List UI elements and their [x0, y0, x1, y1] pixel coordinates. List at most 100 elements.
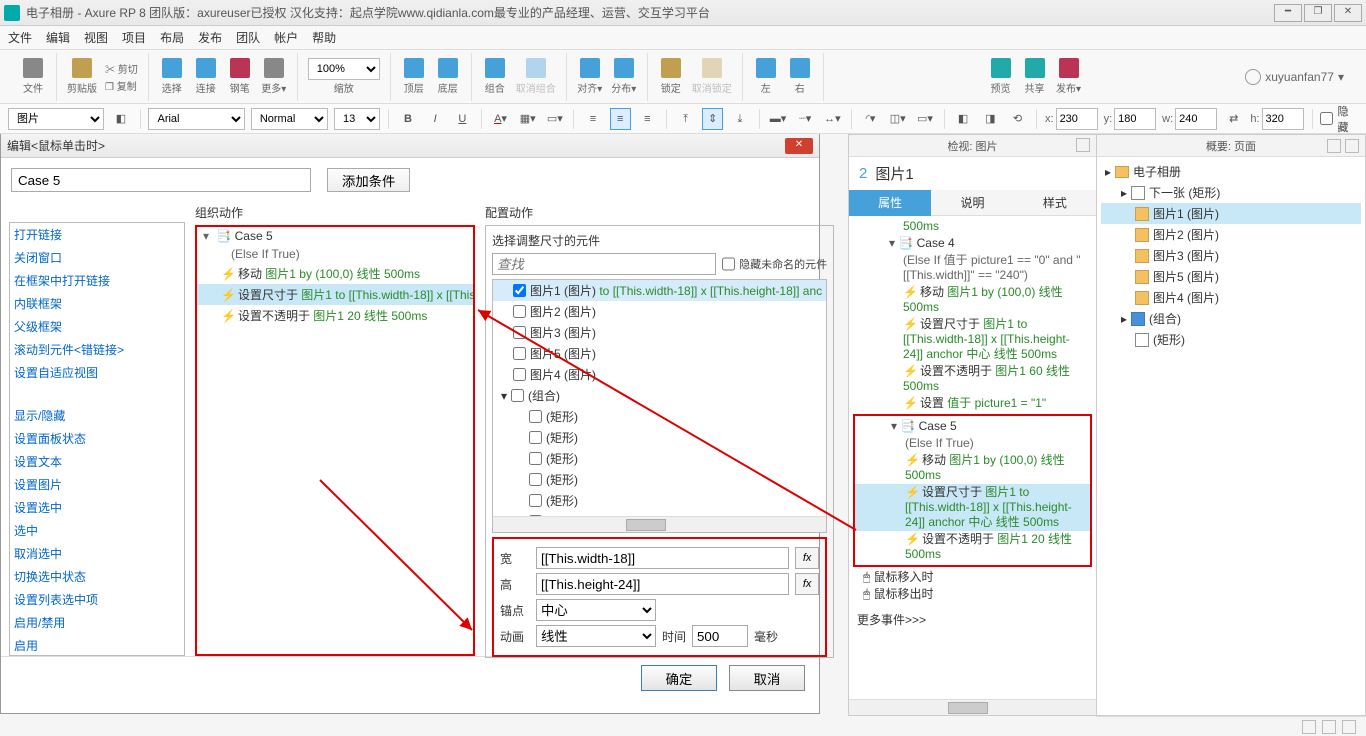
- widget-search-input[interactable]: [492, 253, 716, 275]
- outline-item[interactable]: ▸(组合): [1101, 308, 1361, 329]
- border-color-button[interactable]: ▭▾: [544, 108, 565, 130]
- copy-tool[interactable]: ❐ 复制: [105, 78, 138, 93]
- align-left-button[interactable]: ≡: [582, 108, 603, 130]
- align-right-button[interactable]: ≡: [637, 108, 658, 130]
- statusbar-icon-2[interactable]: [1322, 720, 1336, 734]
- shadow-button[interactable]: ◫▾: [887, 108, 908, 130]
- lock-tool[interactable]: 锁定: [658, 58, 684, 95]
- outline-item[interactable]: ▸下一张 (矩形): [1101, 182, 1361, 203]
- rotate-button[interactable]: ⟲: [1007, 108, 1028, 130]
- action-link[interactable]: 选中: [10, 519, 184, 542]
- tab-notes[interactable]: 说明: [931, 190, 1013, 216]
- height-fx-button[interactable]: fx: [795, 573, 819, 595]
- bold-button[interactable]: B: [397, 108, 418, 130]
- action-link[interactable]: 取消选中: [10, 542, 184, 565]
- connect-tool[interactable]: 连接: [193, 58, 219, 95]
- widget-item[interactable]: (矩形): [493, 406, 826, 427]
- publish-tool[interactable]: 发布▾: [1056, 58, 1082, 95]
- shape-select[interactable]: 图片: [8, 108, 104, 130]
- action-link[interactable]: 在框架中打开链接: [10, 269, 184, 292]
- tab-properties[interactable]: 属性: [849, 190, 931, 216]
- outline-item[interactable]: 图片2 (图片): [1101, 224, 1361, 245]
- lock-ratio-icon[interactable]: ⇄: [1223, 108, 1244, 130]
- action-link[interactable]: 打开链接: [10, 223, 184, 246]
- left-tool[interactable]: 左: [753, 58, 779, 95]
- action-link[interactable]: 设置面板状态: [10, 427, 184, 450]
- widget-item[interactable]: 图片3 (图片): [493, 322, 826, 343]
- action-link[interactable]: 父级框架: [10, 315, 184, 338]
- file-tool[interactable]: 文件: [20, 58, 46, 95]
- widget-item[interactable]: 图片1 (图片) to [[This.width-18]] x [[This.h…: [493, 280, 826, 301]
- widget-item[interactable]: (矩形): [493, 490, 826, 511]
- widget-item[interactable]: 图片5 (图片): [493, 343, 826, 364]
- case-name-input[interactable]: [11, 168, 311, 192]
- action-link[interactable]: 内联框架: [10, 292, 184, 315]
- outline-tree[interactable]: ▸电子相册 ▸下一张 (矩形)图片1 (图片)图片2 (图片)图片3 (图片)图…: [1097, 157, 1365, 354]
- add-condition-button[interactable]: 添加条件: [327, 168, 410, 192]
- x-input[interactable]: [1056, 108, 1098, 130]
- more-events-link[interactable]: 更多事件>>>: [853, 609, 1092, 630]
- maximize-button[interactable]: ❐: [1304, 4, 1332, 22]
- group-tool[interactable]: 组合: [482, 58, 508, 95]
- valign-bottom-button[interactable]: ⤓: [729, 108, 750, 130]
- inspect-body[interactable]: 500ms ▾ 📑 Case 4 (Else If 值于 picture1 ==…: [849, 216, 1096, 699]
- menu-team[interactable]: 团队: [236, 29, 260, 46]
- sort-icon[interactable]: [1345, 139, 1359, 153]
- underline-button[interactable]: U: [452, 108, 473, 130]
- y-input[interactable]: [1114, 108, 1156, 130]
- zoom-select[interactable]: 100% 缩放: [308, 58, 380, 95]
- close-button[interactable]: ✕: [1334, 4, 1362, 22]
- w-input[interactable]: [1175, 108, 1217, 130]
- statusbar-icon-3[interactable]: [1342, 720, 1356, 734]
- widget-item[interactable]: 图片4 (图片): [493, 364, 826, 385]
- more-tool[interactable]: 更多▾: [261, 58, 287, 95]
- cut-tool[interactable]: ✂ 剪切: [105, 61, 138, 76]
- ungroup-tool[interactable]: 取消组合: [516, 58, 556, 95]
- valign-middle-button[interactable]: ⇕: [702, 108, 723, 130]
- widget-group[interactable]: ▾ (组合): [493, 385, 826, 406]
- action-link[interactable]: 启用: [10, 634, 184, 656]
- outline-item[interactable]: 图片1 (图片): [1101, 203, 1361, 224]
- widget-item[interactable]: (矩形): [493, 427, 826, 448]
- menu-edit[interactable]: 编辑: [46, 29, 70, 46]
- action-link[interactable]: [10, 384, 184, 404]
- pen-tool[interactable]: 钢笔: [227, 58, 253, 95]
- back-tool[interactable]: 底层: [435, 58, 461, 95]
- menu-view[interactable]: 视图: [84, 29, 108, 46]
- height-input[interactable]: [536, 573, 789, 595]
- action-link[interactable]: 滚动到元件<错链接>: [10, 338, 184, 361]
- paste-tool[interactable]: 剪贴版: [67, 58, 97, 95]
- width-fx-button[interactable]: fx: [795, 547, 819, 569]
- widget-item[interactable]: 图片2 (图片): [493, 301, 826, 322]
- minimize-button[interactable]: ━: [1274, 4, 1302, 22]
- hide-unnamed-checkbox[interactable]: 隐藏未命名的元件: [722, 253, 827, 275]
- time-input[interactable]: [692, 625, 748, 647]
- menu-help[interactable]: 帮助: [312, 29, 336, 46]
- menu-account[interactable]: 帐户: [274, 29, 298, 46]
- action-tree[interactable]: ▾ 📑 Case 5 (Else If True) ⚡移动 图片1 by (10…: [195, 225, 475, 656]
- flip-v-button[interactable]: ◨: [980, 108, 1001, 130]
- outline-item[interactable]: 图片5 (图片): [1101, 266, 1361, 287]
- cancel-button[interactable]: 取消: [729, 665, 805, 691]
- menu-file[interactable]: 文件: [8, 29, 32, 46]
- panel-collapse-icon[interactable]: [1076, 138, 1090, 152]
- font-select[interactable]: Arial: [148, 108, 244, 130]
- tab-style[interactable]: 样式: [1014, 190, 1096, 216]
- action-link[interactable]: 设置图片: [10, 473, 184, 496]
- unlock-tool[interactable]: 取消锁定: [692, 58, 732, 95]
- action-link[interactable]: 设置选中: [10, 496, 184, 519]
- distribute-tool[interactable]: 分布▾: [611, 58, 637, 95]
- border-style-button[interactable]: ┈▾: [795, 108, 816, 130]
- action-category-list[interactable]: 打开链接关闭窗口在框架中打开链接内联框架父级框架滚动到元件<错链接>设置自适应视…: [9, 222, 185, 656]
- outline-item[interactable]: 图片4 (图片): [1101, 287, 1361, 308]
- outline-item[interactable]: (矩形): [1101, 329, 1361, 350]
- filter-icon[interactable]: [1327, 139, 1341, 153]
- action-link[interactable]: 切换选中状态: [10, 565, 184, 588]
- preview-tool[interactable]: 预览: [988, 58, 1014, 95]
- size-select[interactable]: 13: [334, 108, 380, 130]
- italic-button[interactable]: I: [425, 108, 446, 130]
- action-link[interactable]: 设置自适应视图: [10, 361, 184, 384]
- shape-color-icon[interactable]: ◧: [110, 108, 131, 130]
- front-tool[interactable]: 顶层: [401, 58, 427, 95]
- h-input[interactable]: [1262, 108, 1304, 130]
